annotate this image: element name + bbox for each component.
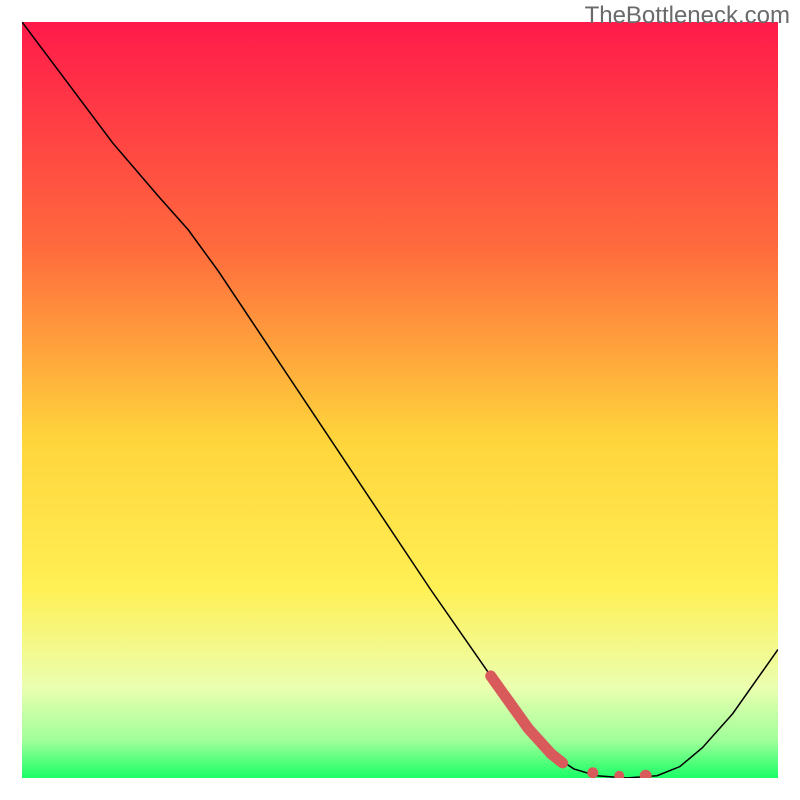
chart-container: TheBottleneck.com bbox=[0, 0, 800, 800]
gradient-background bbox=[22, 22, 778, 778]
plot-area bbox=[22, 22, 778, 778]
chart-svg bbox=[22, 22, 778, 778]
watermark-text: TheBottleneck.com bbox=[585, 2, 790, 30]
highlight-dot bbox=[587, 767, 598, 778]
